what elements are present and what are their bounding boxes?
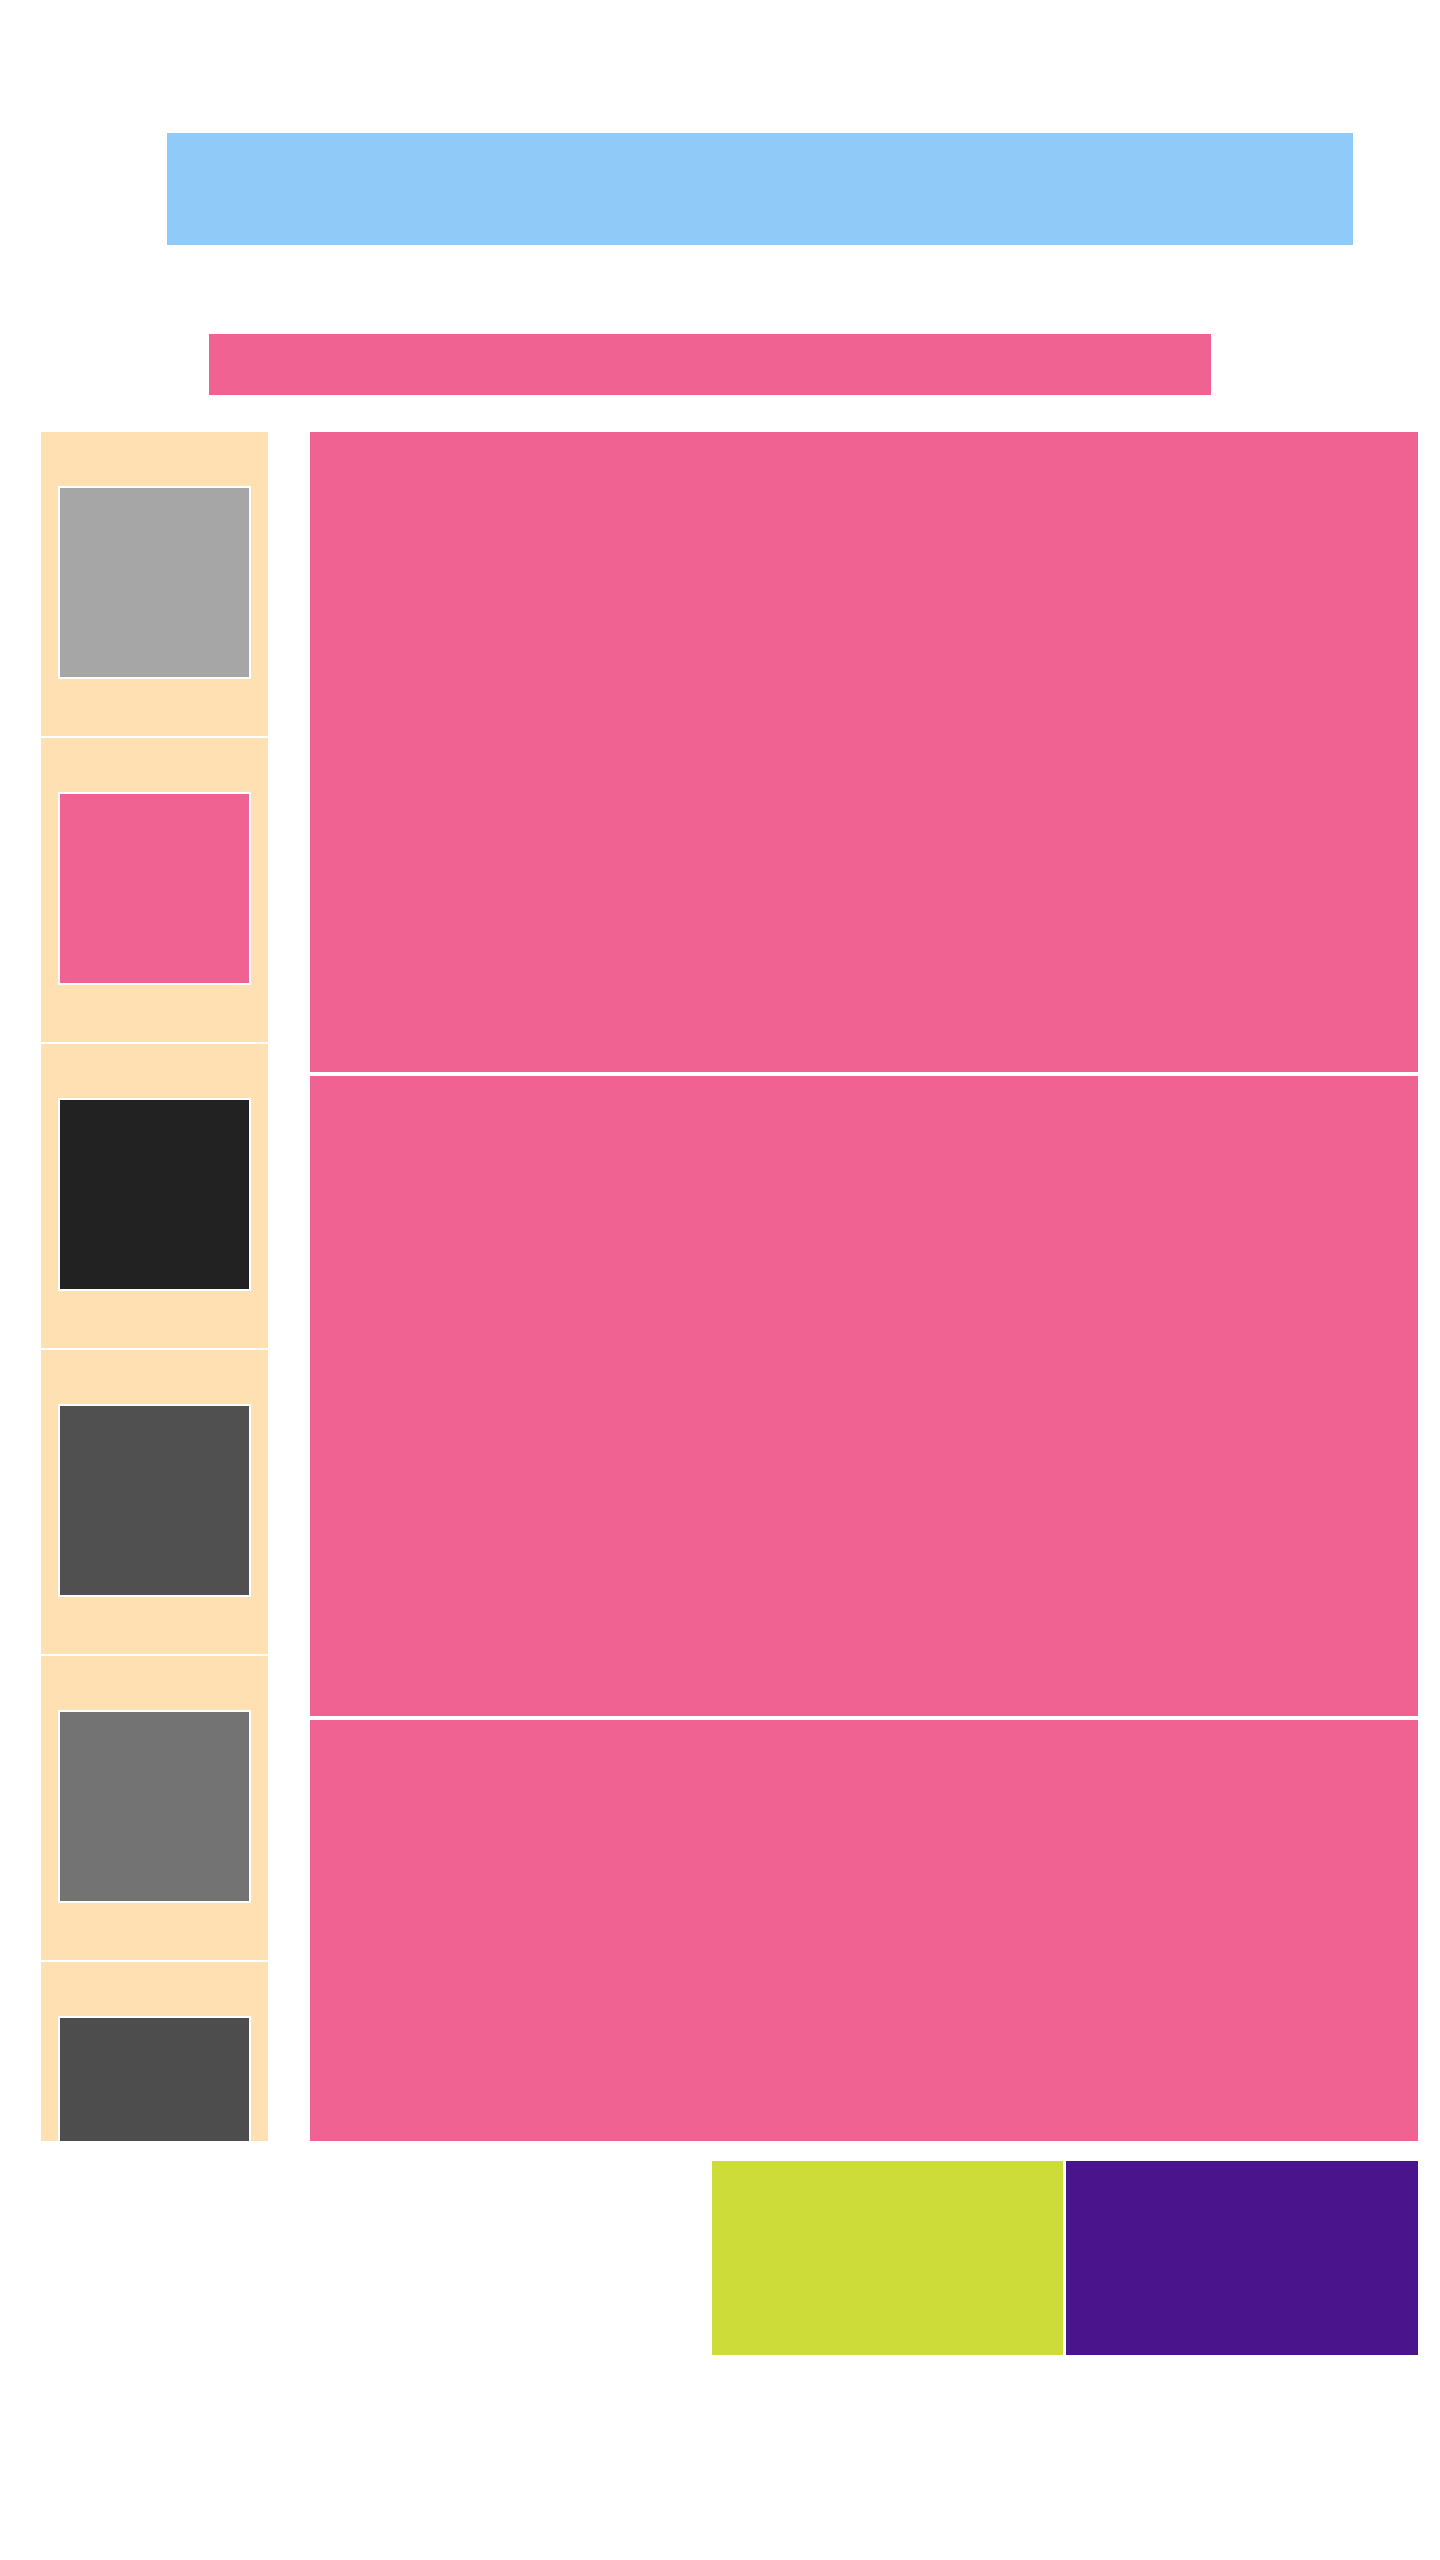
thumbnail-4[interactable] <box>41 1350 268 1656</box>
content-panel-stack <box>310 432 1418 2141</box>
thumbnail-4-image <box>58 1404 251 1597</box>
thumbnail-2[interactable] <box>41 738 268 1044</box>
title-bar <box>209 334 1211 395</box>
thumbnail-6[interactable] <box>41 1962 268 2141</box>
lime-tile[interactable] <box>712 2161 1063 2355</box>
content-panel-1[interactable] <box>310 432 1418 1076</box>
thumbnail-rail[interactable] <box>41 432 268 2141</box>
thumbnail-2-image <box>58 792 251 985</box>
hero-banner <box>167 133 1353 245</box>
thumbnail-1-image <box>58 486 251 679</box>
thumbnail-5[interactable] <box>41 1656 268 1962</box>
purple-tile[interactable] <box>1066 2161 1418 2355</box>
content-panel-3[interactable] <box>310 1720 1418 2141</box>
content-panel-2[interactable] <box>310 1076 1418 1720</box>
thumbnail-5-image <box>58 1710 251 1903</box>
thumbnail-3[interactable] <box>41 1044 268 1350</box>
page <box>0 0 1440 2560</box>
thumbnail-1[interactable] <box>41 432 268 738</box>
thumbnail-6-image <box>58 2016 251 2141</box>
thumbnail-3-image <box>58 1098 251 1291</box>
